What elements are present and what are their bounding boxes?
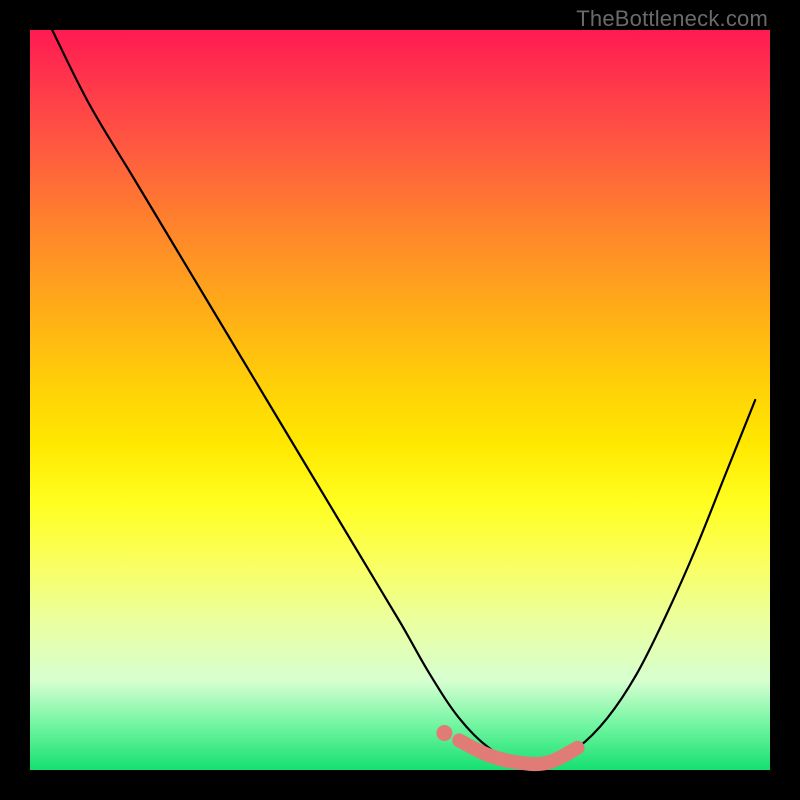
highlight-dot xyxy=(436,725,452,741)
curve-svg xyxy=(30,30,770,770)
plot-area xyxy=(30,30,770,770)
watermark-text: TheBottleneck.com xyxy=(576,6,768,32)
highlight-strip xyxy=(459,740,577,764)
chart-stage: TheBottleneck.com xyxy=(0,0,800,800)
bottleneck-curve xyxy=(52,30,755,765)
